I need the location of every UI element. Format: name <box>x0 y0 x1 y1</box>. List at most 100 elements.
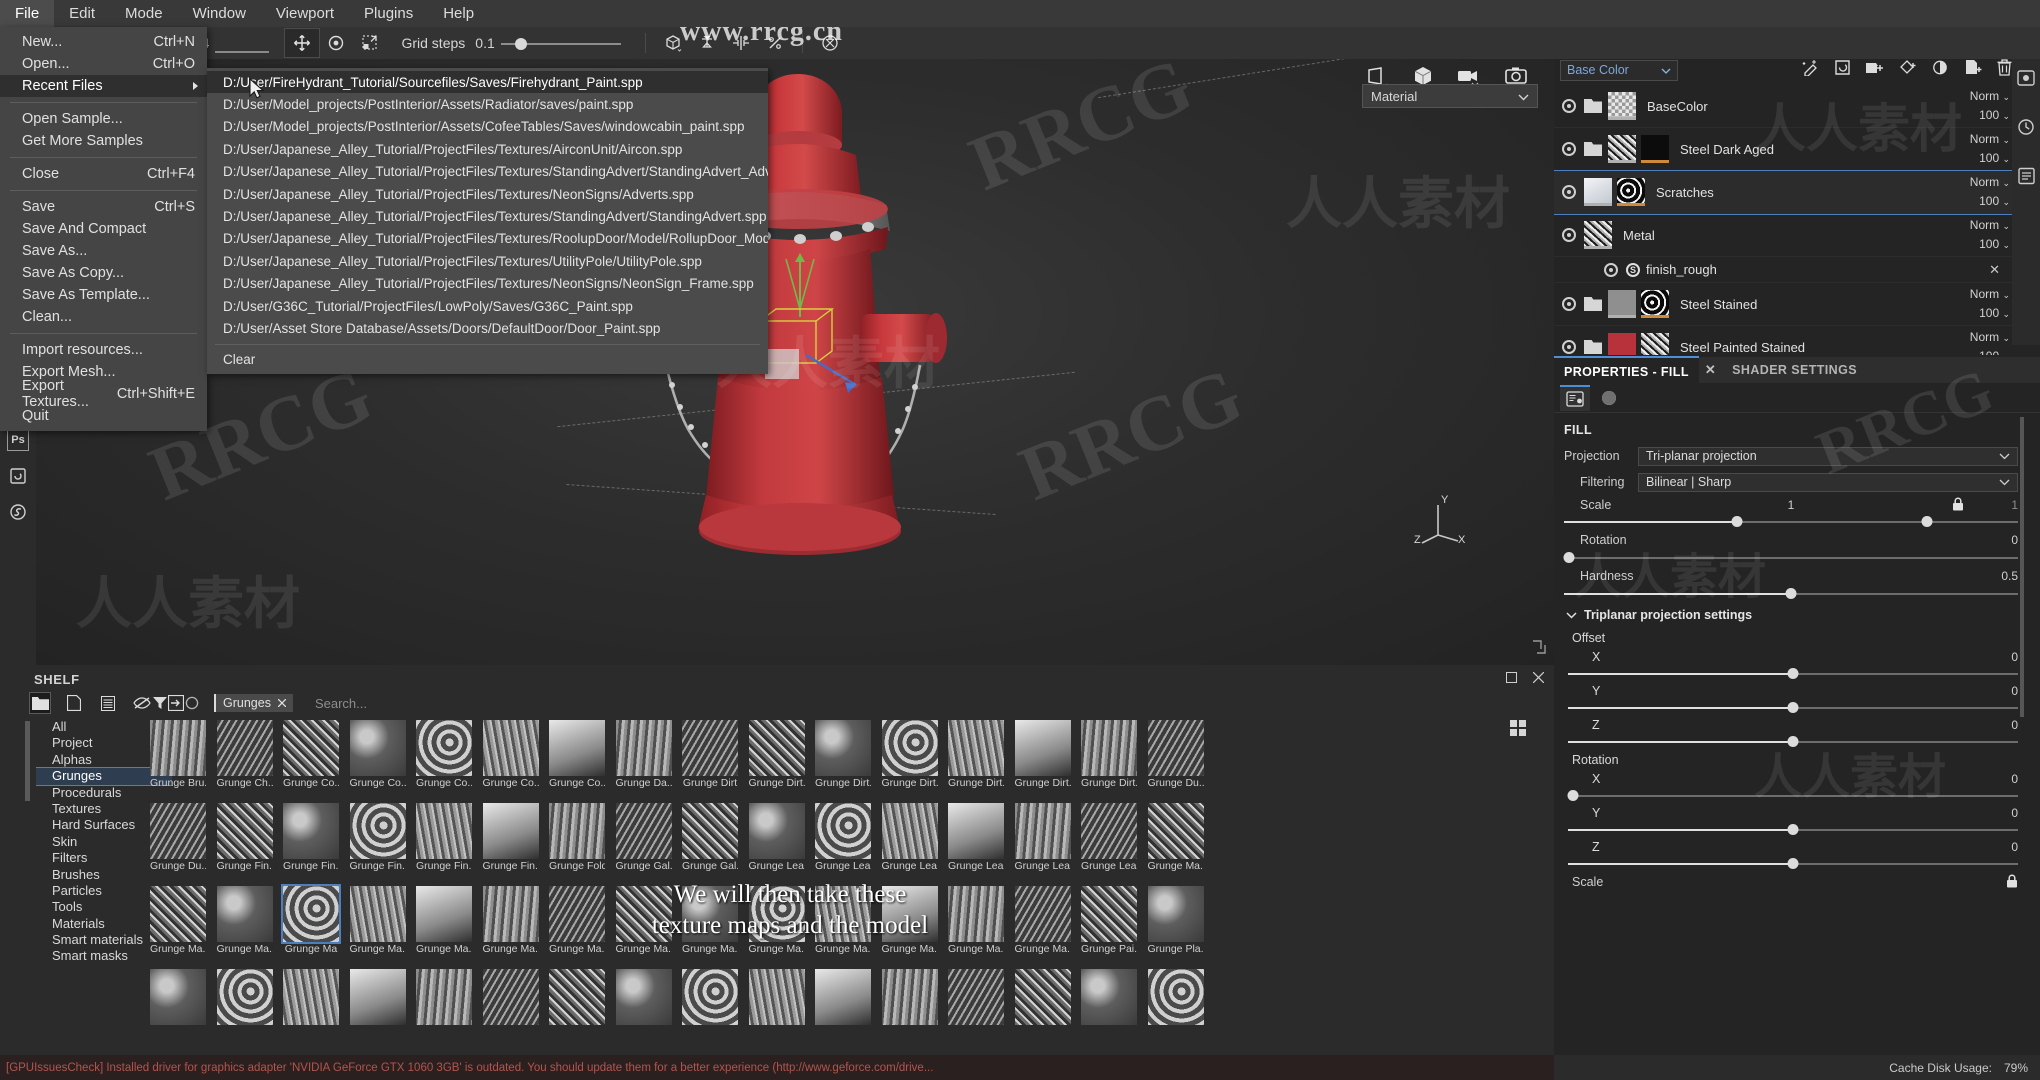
shelf-asset-cell[interactable] <box>815 969 871 1026</box>
layer-blend-mode[interactable]: Norm ⌄ <box>1970 130 2010 149</box>
material-mode-dropdown[interactable]: Material <box>1362 84 1538 108</box>
rotation-axis-slider[interactable] <box>1554 823 2040 837</box>
generator-icon[interactable] <box>7 465 29 487</box>
shelf-asset-thumbnail[interactable] <box>682 969 738 1025</box>
grid-layout-toggle-icon[interactable] <box>1510 720 1526 741</box>
shelf-asset-thumbnail[interactable] <box>283 720 339 776</box>
shelf-asset-thumbnail[interactable] <box>350 720 406 776</box>
shelf-asset-thumbnail[interactable] <box>416 720 472 776</box>
shelf-maximize-icon[interactable] <box>1506 671 1517 686</box>
shelf-asset-cell[interactable]: Grunge Lea... <box>882 803 938 872</box>
shelf-asset-thumbnail[interactable] <box>1148 803 1204 859</box>
shelf-asset-cell[interactable] <box>416 969 472 1026</box>
recent-file-item[interactable]: D:/User/Japanese_Alley_Tutorial/ProjectF… <box>207 228 768 250</box>
shelf-asset-cell[interactable]: Grunge Co... <box>283 720 339 789</box>
shelf-asset-thumbnail[interactable] <box>1081 720 1137 776</box>
layer-blend-mode[interactable]: Norm ⌄ <box>1970 328 2010 347</box>
shelf-asset-thumbnail[interactable] <box>682 720 738 776</box>
shelf-asset-thumbnail[interactable] <box>815 969 871 1025</box>
history-icon[interactable] <box>2017 118 2035 141</box>
move-tool-icon[interactable] <box>285 29 319 57</box>
layer-opacity[interactable]: 100 ⌄ <box>1970 235 2010 254</box>
shelf-asset-cell[interactable] <box>217 969 273 1026</box>
shelf-asset-cell[interactable]: Grunge Ch... <box>217 720 273 789</box>
shelf-asset-cell[interactable]: Grunge Co... <box>350 720 406 789</box>
clear-tool-icon[interactable] <box>813 29 847 57</box>
file-menu-item-get-more-samples[interactable]: Get More Samples <box>0 130 207 152</box>
photoshop-icon[interactable]: Ps <box>7 429 29 451</box>
add-paint-layer-icon[interactable] <box>1965 59 1982 81</box>
shelf-asset-thumbnail[interactable] <box>483 720 539 776</box>
shelf-asset-cell[interactable]: Grunge Fin... <box>350 803 406 872</box>
recent-file-item[interactable]: D:/User/G36C_Tutorial/ProjectFiles/LowPo… <box>207 295 768 317</box>
add-mask-icon[interactable] <box>1932 59 1950 81</box>
file-menu-item-save-as-copy[interactable]: Save As Copy... <box>0 262 207 284</box>
shelf-search-input[interactable]: Search... <box>305 696 1190 711</box>
layer-blend-mode[interactable]: Norm ⌄ <box>1970 216 2010 235</box>
toolbar-mini-slider[interactable] <box>215 51 269 53</box>
add-effect-icon[interactable] <box>1802 59 1819 81</box>
shelf-asset-thumbnail[interactable] <box>350 886 406 942</box>
layer-blend-mode[interactable]: Norm ⌄ <box>1970 87 2010 106</box>
properties-tab-material-icon[interactable] <box>1594 385 1624 411</box>
file-menu-item-open-sample[interactable]: Open Sample... <box>0 108 207 130</box>
shelf-asset-thumbnail[interactable] <box>416 886 472 942</box>
add-generator-icon[interactable] <box>1834 59 1851 81</box>
shelf-asset-cell[interactable] <box>882 969 938 1026</box>
layer-thumbnail[interactable] <box>1608 135 1636 163</box>
shelf-asset-cell[interactable]: Grunge Fin... <box>483 803 539 872</box>
shelf-asset-cell[interactable]: Grunge Du... <box>150 803 206 872</box>
file-menu-item-save[interactable]: SaveCtrl+S <box>0 196 207 218</box>
folder-icon[interactable] <box>1584 142 1602 156</box>
shelf-asset-thumbnail[interactable] <box>217 969 273 1025</box>
clear-recent-files-item[interactable]: Clear <box>207 349 768 371</box>
recent-files-submenu[interactable]: D:/User/FireHydrant_Tutorial/Sourcefiles… <box>207 68 768 374</box>
layer-thumbnail[interactable] <box>1617 178 1645 206</box>
scale-group-lock-icon[interactable] <box>2006 874 2018 891</box>
hardness-slider[interactable] <box>1554 587 2040 601</box>
shelf-asset-cell[interactable]: Grunge Folds <box>549 803 605 872</box>
shelf-close-icon[interactable] <box>1533 671 1544 686</box>
shelf-asset-cell[interactable]: Grunge Du... <box>1148 720 1204 789</box>
log-icon[interactable] <box>2018 167 2035 190</box>
recent-file-item[interactable]: D:/User/Japanese_Alley_Tutorial/ProjectF… <box>207 183 768 205</box>
folder-icon[interactable] <box>1584 99 1602 113</box>
layer-thumbnail[interactable] <box>1584 221 1612 249</box>
shelf-asset-cell[interactable]: Grunge Ma... <box>416 886 472 955</box>
shelf-category-scrollbar[interactable] <box>25 721 30 801</box>
offset-axis-slider[interactable] <box>1554 701 2040 715</box>
properties-scrollbar[interactable] <box>2020 417 2024 717</box>
file-menu-item-export-textures[interactable]: Export Textures...Ctrl+Shift+E <box>0 383 207 405</box>
layer-thumbnail[interactable] <box>1641 333 1669 355</box>
triplanar-group-header[interactable]: Triplanar projection settings <box>1554 601 2040 627</box>
shelf-asset-cell[interactable]: Grunge Gal... <box>682 803 738 872</box>
layer-row[interactable]: Sfinish_rough✕ <box>1554 257 2040 283</box>
layer-row[interactable]: Steel StainedNorm ⌄100 ⌄ <box>1554 283 2040 326</box>
shelf-asset-thumbnail[interactable] <box>616 969 672 1025</box>
menu-item-plugins[interactable]: Plugins <box>349 0 428 27</box>
substance-icon[interactable] <box>7 501 29 523</box>
shelf-asset-thumbnail[interactable] <box>815 803 871 859</box>
shelf-asset-cell[interactable]: Grunge Dirt... <box>948 720 1004 789</box>
shelf-asset-thumbnail[interactable] <box>882 720 938 776</box>
shelf-asset-thumbnail[interactable] <box>150 803 206 859</box>
shelf-asset-cell[interactable]: Grunge Ma... <box>350 886 406 955</box>
shelf-asset-cell[interactable] <box>1015 969 1071 1026</box>
shelf-asset-thumbnail[interactable] <box>749 720 805 776</box>
layer-visibility-icon[interactable] <box>1562 340 1576 354</box>
shelf-asset-cell[interactable]: Grunge Ma... <box>1148 803 1204 872</box>
viewport-resize-corner[interactable] <box>1532 640 1546 659</box>
layer-row[interactable]: MetalNorm ⌄100 ⌄ <box>1554 214 2040 257</box>
layer-row[interactable]: Steel Dark AgedNorm ⌄100 ⌄ <box>1554 128 2040 171</box>
shelf-asset-cell[interactable]: Grunge Pai... <box>1081 886 1137 955</box>
filtering-select[interactable]: Bilinear | Sharp <box>1638 473 2018 492</box>
shelf-asset-cell[interactable]: Grunge Pla... <box>1148 886 1204 955</box>
layer-row[interactable]: ScratchesNorm ⌄100 ⌄ <box>1554 171 2040 214</box>
recent-file-item[interactable]: D:/User/FireHydrant_Tutorial/Sourcefiles… <box>207 71 768 93</box>
shelf-asset-thumbnail[interactable] <box>1081 969 1137 1025</box>
symmetry-icon[interactable] <box>690 29 724 57</box>
shelf-asset-cell[interactable] <box>350 969 406 1026</box>
shelf-asset-thumbnail[interactable] <box>217 720 273 776</box>
offset-axis-slider[interactable] <box>1554 735 2040 749</box>
rotation-slider[interactable] <box>1554 551 2040 565</box>
